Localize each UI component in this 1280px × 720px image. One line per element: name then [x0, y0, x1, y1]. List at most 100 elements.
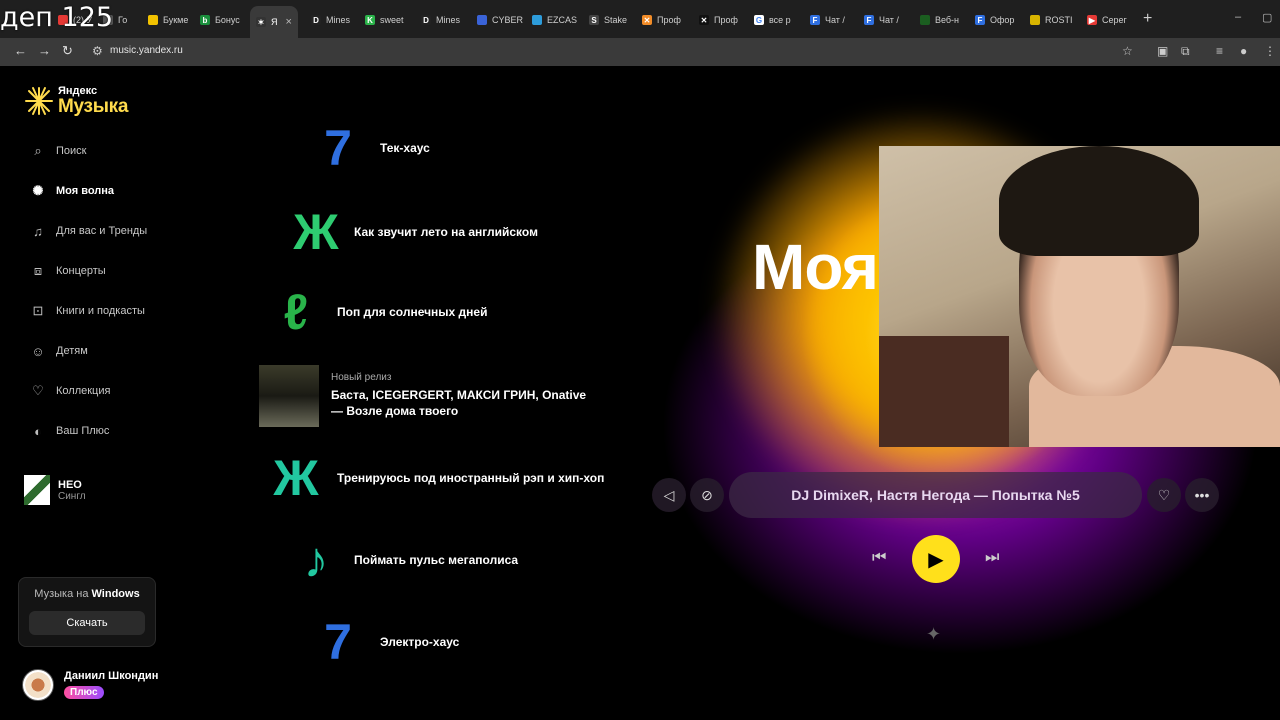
user-profile[interactable]: Даниил Шкондин Плюс	[22, 669, 158, 701]
browser-tab[interactable]: Веб-н	[920, 8, 959, 32]
d-icon: D	[311, 15, 321, 25]
tab-label: Я	[271, 17, 278, 27]
sidepanel-icon[interactable]: ≡	[1216, 44, 1223, 58]
tab-label: Бонус	[215, 15, 240, 25]
kids-icon: ☺	[31, 343, 45, 359]
site-info-icon[interactable]: ⚙	[92, 44, 103, 58]
mood-label[interactable]: Поймать пульс мегаполиса	[354, 553, 518, 567]
mood-label[interactable]: Как звучит лето на английском	[354, 225, 538, 239]
extension-icon[interactable]: ▣	[1157, 44, 1168, 58]
mood-cover-icon[interactable]: ♪	[288, 532, 344, 588]
sidebar-item[interactable]: ◐ Ваш Плюс	[30, 423, 109, 439]
browser-tab[interactable]: F Чат /	[864, 8, 899, 32]
mood-cover-icon[interactable]: Ж	[268, 450, 324, 506]
sidebar-item[interactable]: ⊡ Книги и подкасты	[30, 303, 145, 319]
like-heart-icon[interactable]: ♡	[1147, 478, 1181, 512]
windows-card-title: Музыка на Windows	[34, 588, 140, 600]
f-icon: F	[975, 15, 985, 25]
sidebar-item[interactable]: ♫ Для вас и Тренды	[30, 223, 147, 239]
next-track-icon[interactable]: ⏭	[985, 549, 999, 567]
browser-tab[interactable]: ✕ Проф	[642, 8, 681, 32]
mood-label[interactable]: Поп для солнечных дней	[337, 305, 487, 319]
browser-tab[interactable]: ✕ Проф	[699, 8, 738, 32]
play-button[interactable]: ▶	[912, 535, 960, 583]
tab-label: sweet	[380, 15, 404, 25]
browser-tab[interactable]: Ksweet	[365, 8, 404, 32]
download-button[interactable]: Скачать	[29, 611, 145, 635]
close-tab-icon[interactable]: ×	[286, 16, 292, 28]
mood-label[interactable]: Электро-хаус	[380, 635, 459, 649]
sidebar-item[interactable]: ✺ Моя волна	[30, 183, 114, 199]
dislike-icon[interactable]: ◁	[652, 478, 686, 512]
wave-icon: ✺	[32, 183, 44, 198]
sparkle-icon[interactable]: ✦	[926, 624, 941, 645]
forward-icon[interactable]: →	[38, 43, 51, 58]
back-icon[interactable]: ←	[14, 43, 27, 58]
release-cover[interactable]	[259, 365, 319, 427]
browser-tab[interactable]: Букме	[148, 8, 188, 32]
menu-icon[interactable]: ⋮	[1264, 44, 1276, 58]
release-title[interactable]: Баста, ICEGERGERT, МАКСИ ГРИН, Onative —…	[331, 387, 591, 419]
browser-tab[interactable]: S Stake	[589, 8, 627, 32]
browser-tab[interactable]: D Mines	[421, 8, 460, 32]
previous-track-icon[interactable]: ⏮	[872, 549, 886, 567]
tab-label: Mines	[436, 15, 461, 25]
sidebar-item[interactable]: ♡ Коллекция	[30, 383, 110, 399]
profile-icon[interactable]: ●	[1240, 44, 1247, 58]
webcam-overlay	[879, 146, 1280, 447]
x-orange-icon: ✕	[642, 15, 652, 25]
tab-label: Чат /	[825, 15, 845, 25]
recent-cover	[24, 475, 50, 505]
sidebar-item[interactable]: ⌕ Поиск	[30, 143, 86, 159]
minimize-icon[interactable]: –	[1235, 11, 1241, 23]
shield-icon	[477, 15, 487, 25]
mood-cover-icon[interactable]: ℓ	[268, 284, 324, 340]
more-options-icon[interactable]: •••	[1185, 478, 1219, 512]
url-field[interactable]: music.yandex.ru	[110, 45, 183, 56]
mood-cover-icon[interactable]: 7	[310, 614, 366, 670]
maximize-icon[interactable]: ▢	[1262, 11, 1272, 24]
browser-tab[interactable]: D Mines	[311, 8, 350, 32]
ticket-icon: ⧈	[33, 263, 43, 278]
reload-icon[interactable]: ↻	[62, 43, 73, 59]
mood-cover-icon[interactable]: Ж	[288, 204, 344, 260]
browser-tab[interactable]: F Офор	[975, 8, 1014, 32]
stream-overlay-text: деп 125	[0, 2, 114, 33]
browser-tab[interactable]: ▶ Серег	[1087, 8, 1127, 32]
logo-big-text: Музыка	[58, 96, 129, 117]
bookmark-star-icon[interactable]: ☆	[1122, 44, 1133, 58]
sidebar-item-label: Детям	[56, 345, 88, 357]
mood-label[interactable]: Тренируюсь под иностранный рэп и хип-хоп	[337, 471, 604, 485]
new-tab-button[interactable]: +	[1143, 10, 1152, 28]
plus-badge: Плюс	[64, 686, 104, 699]
yandex-music-logo[interactable]: Яндекс Музыка	[24, 86, 128, 116]
globe-icon	[532, 15, 542, 25]
block-icon[interactable]: ⊘	[690, 478, 724, 512]
sidebar-item-label: Книги и подкасты	[56, 305, 145, 317]
sidebar-item[interactable]: ⧈ Концерты	[30, 263, 106, 279]
tab-label: все р	[769, 15, 791, 25]
browser-tab[interactable]: ✶ Я ×	[250, 6, 298, 38]
mood-label[interactable]: Тек-хаус	[380, 141, 430, 155]
google-icon: G	[754, 15, 764, 25]
browser-tab[interactable]: EZCAS	[532, 8, 577, 32]
puzzle-icon[interactable]: ⧉	[1181, 44, 1190, 59]
youtube-icon: ▶	[1087, 15, 1097, 25]
browser-tab[interactable]: Gвсе р	[754, 8, 791, 32]
tab-label: Букме	[163, 15, 189, 25]
tab-label: Серег	[1102, 15, 1127, 25]
address-bar: ← → ↻ ⚙ music.yandex.ru ☆ ▣ ⧉ ≡ ● ⋮	[0, 38, 1280, 66]
tab-label: Чат /	[879, 15, 899, 25]
browser-tab[interactable]: ROSTI	[1030, 8, 1073, 32]
x-icon: ✕	[699, 15, 709, 25]
sidebar-item-label: Концерты	[56, 265, 106, 277]
recent-release[interactable]: НЕО Сингл	[24, 475, 86, 505]
f-icon: F	[810, 15, 820, 25]
browser-tab[interactable]: F Чат /	[810, 8, 845, 32]
browser-tab[interactable]: b Бонус	[200, 8, 240, 32]
tab-label: ROSTI	[1045, 15, 1073, 25]
mood-cover-icon[interactable]: 7	[310, 120, 366, 176]
browser-tab[interactable]: CYBER	[477, 8, 523, 32]
sidebar-item[interactable]: ☺ Детям	[30, 343, 88, 359]
now-playing-bar[interactable]: DJ DimixeR, Настя Негода — Попытка №5	[729, 472, 1142, 518]
